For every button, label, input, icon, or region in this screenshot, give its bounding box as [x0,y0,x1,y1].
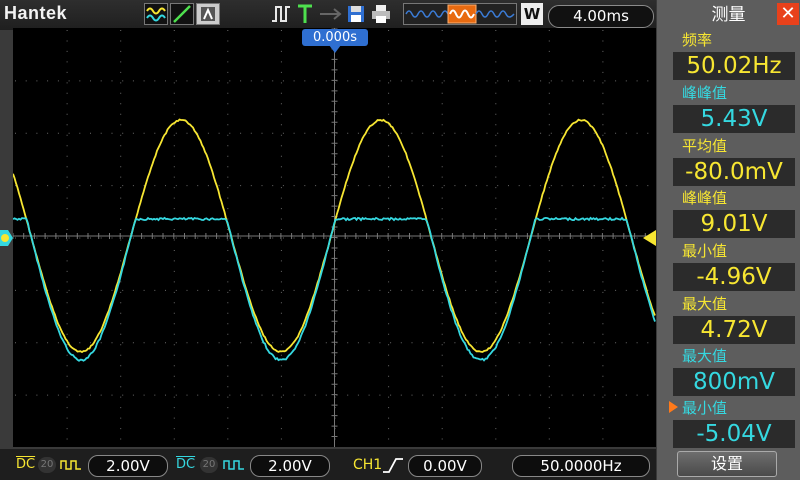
trigger-position-readout[interactable]: 0.000s [302,29,368,46]
waveform-display[interactable] [13,28,656,447]
measurement-value: -4.96V [673,263,795,291]
vectors-display-icon[interactable] [170,3,194,25]
measurement-value: 9.01V [673,210,795,238]
ch1-probe-badge: 20 [38,457,56,473]
top-toolbar: Hantek W 4.00ms [0,0,656,30]
print-icon[interactable] [370,3,392,25]
measurement-item[interactable]: 最小值 -4.96V [657,241,800,293]
timebase-display[interactable]: 4.00ms [548,5,654,28]
graticule-grid [13,28,656,447]
ch1-bandwidth-icon [60,460,81,470]
ch2-probe-badge: 20 [200,457,218,473]
brand-logo: Hantek [4,3,68,23]
measurement-item[interactable]: 峰峰值 9.01V [657,188,800,240]
selected-marker-icon [669,401,678,413]
acquire-mode-icon[interactable] [144,3,168,25]
trigger-source[interactable]: CH1 [353,457,382,473]
measurement-label: 峰峰值 [682,189,728,207]
save-icon[interactable] [346,3,366,25]
ch1-ground-marker[interactable] [0,232,13,244]
measurement-value: 5.43V [673,105,795,133]
measurement-item[interactable]: 平均值 -80.0mV [657,136,800,188]
measurement-label: 最大值 [682,295,728,313]
measurement-label: 最小值 [682,399,728,417]
measurement-label: 频率 [682,31,713,49]
measurement-value: 50.02Hz [673,52,795,80]
bottom-status-bar: DC 20 2.00V DC 20 2.00V CH1 0.00V 50.000… [0,449,656,480]
measurement-label: 峰峰值 [682,84,728,102]
measurement-value: 800mV [673,368,795,396]
trigger-slope-icon[interactable] [382,456,404,474]
measurement-label: 最小值 [682,242,728,260]
ch1-volts-div[interactable]: 2.00V [88,455,168,477]
measurement-item[interactable]: 频率 50.02Hz [657,30,800,82]
measurement-value: -80.0mV [673,158,795,186]
ch1-coupling[interactable]: DC [16,457,35,473]
trigger-t-icon[interactable] [296,3,314,25]
trigger-level[interactable]: 0.00V [408,455,482,477]
measurement-value: -5.04V [673,420,795,448]
measurement-item[interactable]: 最大值 4.72V [657,294,800,346]
measurement-item[interactable]: 峰峰值 5.43V [657,83,800,135]
usb-icon [318,3,344,25]
trigger-edge-icon[interactable] [270,3,292,25]
ch2-coupling[interactable]: DC [176,457,195,473]
waveform-overview-icon [403,3,517,25]
measurement-label: 平均值 [682,137,728,155]
settings-button[interactable]: 设置 [677,451,777,477]
trigger-level-marker[interactable] [643,230,656,246]
trigger-position-marker[interactable] [329,45,341,55]
measurement-label: 最大值 [682,347,728,365]
window-mode-button[interactable]: W [521,3,543,25]
window-mode-label: W [523,5,541,23]
ch2-bandwidth-icon [223,460,244,470]
measurement-item[interactable]: 最小值 -5.04V [657,398,800,450]
measurement-item[interactable]: 最大值 800mV [657,346,800,398]
close-icon[interactable]: ✕ [777,3,799,25]
ch2-volts-div[interactable]: 2.00V [250,455,330,477]
measurement-value: 4.72V [673,316,795,344]
trigger-frequency: 50.0000Hz [512,455,650,477]
persistence-icon[interactable] [196,3,220,25]
measurement-panel: 测量 ✕ 频率 50.02Hz 峰峰值 5.43V 平均值 -80.0mV 峰峰值 9.01V… [657,0,800,480]
